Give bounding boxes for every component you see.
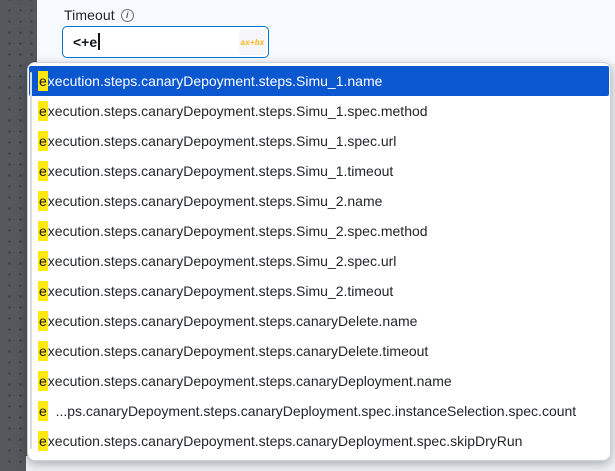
suggestion-item[interactable]: execution.steps.canaryDepoyment.steps.Si… <box>29 246 609 276</box>
match-highlight: e <box>38 401 48 421</box>
suggestion-item[interactable]: execution.steps.canaryDepoyment.steps.Si… <box>29 66 609 96</box>
timeout-label: Timeout <box>64 7 115 23</box>
match-highlight: e <box>38 131 48 151</box>
suggestion-text: xecution.steps.canaryDepoyment.steps.Sim… <box>48 73 383 89</box>
suggestions-dropdown: execution.steps.canaryDepoyment.steps.Si… <box>27 62 611 461</box>
suggestion-item[interactable]: execution.steps.canaryDepoyment.steps.Si… <box>29 216 609 246</box>
suggestion-text: ...ps.canaryDepoyment.steps.canaryDeploy… <box>48 403 576 419</box>
suggestion-text: xecution.steps.canaryDepoyment.steps.Sim… <box>48 253 397 269</box>
suggestion-list: execution.steps.canaryDepoyment.steps.Si… <box>28 66 610 456</box>
step-config-screen: Timeout i ax+bx execution.steps.canaryDe… <box>0 0 615 471</box>
suggestion-text: xecution.steps.canaryDepoyment.steps.Sim… <box>48 193 383 209</box>
suggestion-text: xecution.steps.canaryDepoyment.steps.Sim… <box>48 103 428 119</box>
match-highlight: e <box>38 71 48 91</box>
match-highlight: e <box>38 191 48 211</box>
suggestion-text: xecution.steps.canaryDepoyment.steps.Sim… <box>48 283 394 299</box>
suggestion-text: xecution.steps.canaryDepoyment.steps.Sim… <box>48 223 428 239</box>
match-highlight: e <box>38 161 48 181</box>
suggestion-text: xecution.steps.canaryDepoyment.steps.can… <box>48 433 523 449</box>
timeout-input[interactable] <box>63 27 239 57</box>
suggestion-item[interactable]: execution.steps.canaryDepoyment.steps.Si… <box>29 126 609 156</box>
match-highlight: e <box>38 221 48 241</box>
suggestion-item[interactable]: execution.steps.canaryDepoyment.steps.Si… <box>29 96 609 126</box>
match-highlight: e <box>38 251 48 271</box>
suggestion-item[interactable]: e ...ps.canaryDepoyment.steps.canaryDepl… <box>29 396 609 426</box>
timeout-field-header: Timeout i <box>64 7 134 23</box>
suggestion-item[interactable]: execution.steps.canaryDepoyment.steps.ca… <box>29 306 609 336</box>
match-highlight: e <box>38 431 48 451</box>
suggestion-text: xecution.steps.canaryDepoyment.steps.can… <box>48 313 418 329</box>
match-highlight: e <box>38 371 48 391</box>
match-highlight: e <box>38 281 48 301</box>
info-icon[interactable]: i <box>121 9 134 22</box>
text-caret <box>98 33 100 50</box>
timeout-input-wrapper: ax+bx <box>62 26 269 58</box>
suggestion-item[interactable]: execution.steps.canaryDepoyment.steps.ca… <box>29 426 609 456</box>
match-highlight: e <box>38 341 48 361</box>
suggestion-item[interactable]: execution.steps.canaryDepoyment.steps.ca… <box>29 336 609 366</box>
suggestion-text: xecution.steps.canaryDepoyment.steps.can… <box>48 373 452 389</box>
scrollbar[interactable] <box>30 72 32 449</box>
suggestion-item[interactable]: execution.steps.canaryDepoyment.steps.Si… <box>29 186 609 216</box>
match-highlight: e <box>38 101 48 121</box>
suggestion-item[interactable]: execution.steps.canaryDepoyment.steps.Si… <box>29 156 609 186</box>
suggestion-text: xecution.steps.canaryDepoyment.steps.Sim… <box>48 133 397 149</box>
expression-badge[interactable]: ax+bx <box>239 29 266 55</box>
match-highlight: e <box>38 311 48 331</box>
suggestion-item[interactable]: execution.steps.canaryDepoyment.steps.ca… <box>29 366 609 396</box>
suggestion-item[interactable]: execution.steps.canaryDepoyment.steps.Si… <box>29 276 609 306</box>
suggestion-text: xecution.steps.canaryDepoyment.steps.can… <box>48 343 429 359</box>
suggestion-text: xecution.steps.canaryDepoyment.steps.Sim… <box>48 163 394 179</box>
